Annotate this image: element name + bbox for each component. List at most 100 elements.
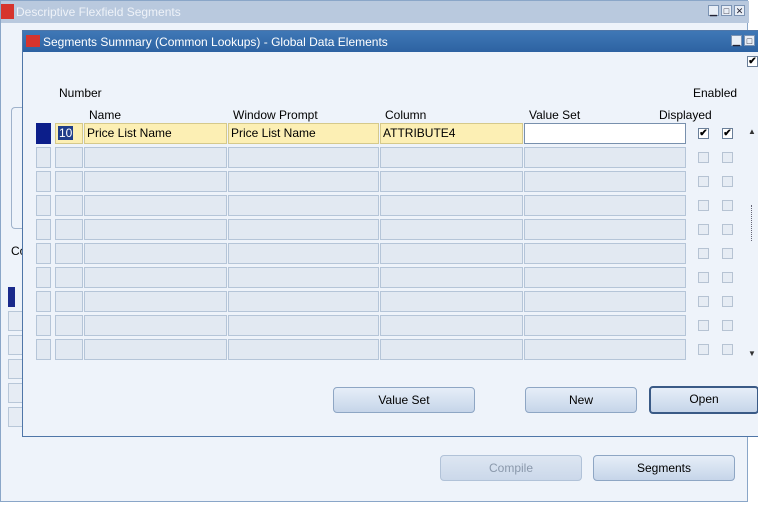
cell-value-set[interactable] [524, 123, 686, 144]
cell-column[interactable] [380, 147, 523, 168]
row-selector[interactable] [36, 147, 51, 168]
cell-value-set[interactable] [524, 339, 686, 360]
cell-column[interactable] [380, 291, 523, 312]
new-button[interactable]: New [525, 387, 637, 413]
cell-column[interactable] [380, 195, 523, 216]
displayed-checkbox[interactable] [698, 272, 709, 283]
cell-value-set[interactable] [524, 267, 686, 288]
cell-column[interactable] [380, 339, 523, 360]
header-window-prompt: Window Prompt [233, 108, 318, 122]
cell-window-prompt[interactable] [228, 315, 379, 336]
cell-value-set[interactable] [524, 195, 686, 216]
minimize-icon[interactable]: ▁ [708, 5, 719, 16]
cell-name[interactable] [84, 267, 227, 288]
enabled-checkbox[interactable] [722, 344, 733, 355]
compile-button[interactable]: Compile [440, 455, 582, 481]
maximize-icon[interactable]: □ [721, 5, 732, 16]
displayed-checkbox[interactable] [698, 248, 709, 259]
enabled-checkbox[interactable] [722, 176, 733, 187]
cell-name[interactable] [84, 195, 227, 216]
cell-number[interactable] [55, 147, 83, 168]
minimize-icon[interactable]: ▁ [731, 35, 742, 46]
cell-window-prompt[interactable]: Price List Name [228, 123, 379, 144]
cell-window-prompt[interactable] [228, 219, 379, 240]
cell-name[interactable] [84, 291, 227, 312]
header-column: Column [385, 108, 427, 122]
close-icon[interactable]: ✕ [734, 5, 745, 16]
enabled-checkbox[interactable] [722, 296, 733, 307]
header-value-set: Value Set [529, 108, 581, 122]
cell-name[interactable] [84, 219, 227, 240]
enabled-checkbox[interactable] [722, 272, 733, 283]
cell-window-prompt[interactable] [228, 291, 379, 312]
displayed-checkbox[interactable] [698, 224, 709, 235]
displayed-checkbox[interactable] [698, 344, 709, 355]
enabled-checkbox[interactable] [722, 248, 733, 259]
maximize-icon[interactable]: □ [744, 35, 755, 46]
row-selector[interactable] [36, 315, 51, 336]
row-selector[interactable] [36, 267, 51, 288]
cell-window-prompt[interactable] [228, 267, 379, 288]
cell-window-prompt[interactable] [228, 339, 379, 360]
background-row-indicator [8, 287, 15, 307]
cell-number[interactable] [55, 219, 83, 240]
cell-number[interactable] [55, 315, 83, 336]
cell-number[interactable] [55, 243, 83, 264]
row-selector[interactable] [36, 339, 51, 360]
displayed-checkbox[interactable] [698, 200, 709, 211]
cell-number[interactable] [55, 171, 83, 192]
cell-column[interactable] [380, 315, 523, 336]
row-selector[interactable] [36, 243, 51, 264]
cell-number[interactable] [55, 291, 83, 312]
cell-window-prompt[interactable] [228, 171, 379, 192]
cell-window-prompt[interactable] [228, 195, 379, 216]
row-selector[interactable] [36, 291, 51, 312]
enabled-checkbox[interactable] [722, 152, 733, 163]
cell-column[interactable] [380, 171, 523, 192]
row-selector[interactable] [36, 195, 51, 216]
enabled-checkbox[interactable] [722, 320, 733, 331]
table-scrollbar[interactable]: ▲ ▼ [747, 123, 758, 363]
cell-number[interactable] [55, 339, 83, 360]
cell-number[interactable] [55, 267, 83, 288]
cell-value-set[interactable] [524, 147, 686, 168]
enabled-checkbox[interactable] [722, 224, 733, 235]
cell-column[interactable]: ATTRIBUTE4 [380, 123, 523, 144]
cell-value-set[interactable] [524, 219, 686, 240]
cell-number[interactable]: 10 [55, 123, 83, 144]
cell-value-set[interactable] [524, 291, 686, 312]
displayed-checkbox[interactable] [698, 320, 709, 331]
displayed-checkbox[interactable] [698, 296, 709, 307]
cell-column[interactable] [380, 267, 523, 288]
row-selector[interactable] [36, 171, 51, 192]
enabled-checkbox[interactable] [722, 200, 733, 211]
row-selector[interactable] [36, 219, 51, 240]
cell-window-prompt[interactable] [228, 243, 379, 264]
displayed-checkbox[interactable]: ✔ [698, 128, 709, 139]
row-selector[interactable] [36, 123, 51, 144]
dialog-top-checkbox[interactable]: ✔ [747, 56, 758, 67]
cell-value-set[interactable] [524, 315, 686, 336]
cell-name[interactable] [84, 339, 227, 360]
cell-value-set[interactable] [524, 171, 686, 192]
cell-name[interactable] [84, 171, 227, 192]
cell-name[interactable] [84, 315, 227, 336]
cell-value-set[interactable] [524, 243, 686, 264]
cell-column[interactable] [380, 243, 523, 264]
value-set-button[interactable]: Value Set [333, 387, 475, 413]
open-button[interactable]: Open [649, 386, 758, 414]
displayed-checkbox[interactable] [698, 176, 709, 187]
segments-button[interactable]: Segments [593, 455, 735, 481]
cell-name[interactable] [84, 147, 227, 168]
scroll-up-icon[interactable]: ▲ [748, 127, 756, 136]
header-displayed: Displayed [659, 108, 712, 122]
enabled-checkbox[interactable]: ✔ [722, 128, 733, 139]
cell-column[interactable] [380, 219, 523, 240]
scroll-down-icon[interactable]: ▼ [748, 349, 756, 358]
cell-name[interactable]: Price List Name [84, 123, 227, 144]
cell-window-prompt[interactable] [228, 147, 379, 168]
scroll-grip[interactable] [751, 205, 754, 241]
cell-number[interactable] [55, 195, 83, 216]
displayed-checkbox[interactable] [698, 152, 709, 163]
cell-name[interactable] [84, 243, 227, 264]
